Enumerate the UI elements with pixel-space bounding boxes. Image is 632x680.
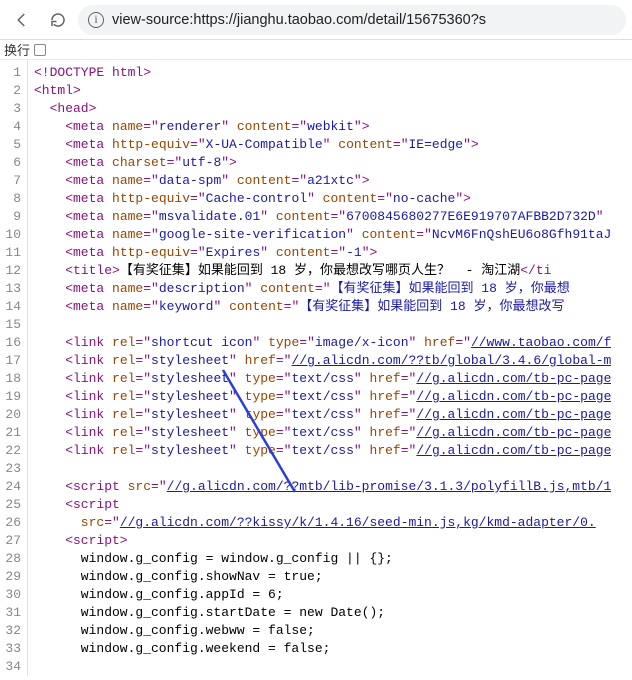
code-line: <meta http-equiv="Expires" content="-1">	[34, 244, 611, 262]
code-line: <meta name="msvalidate.01" content="6700…	[34, 208, 611, 226]
source-link[interactable]: //g.alicdn.com/tb-pc-page	[416, 443, 611, 458]
line-number: 3	[4, 100, 21, 118]
line-number: 13	[4, 280, 21, 298]
code-line: <meta name="google-site-verification" co…	[34, 226, 611, 244]
line-number: 8	[4, 190, 21, 208]
code-line: <link rel="stylesheet" type="text/css" h…	[34, 370, 611, 388]
line-number-gutter: 1234567891011121314151617181920212223242…	[0, 60, 28, 676]
line-number: 21	[4, 424, 21, 442]
line-number: 15	[4, 316, 21, 334]
line-number: 10	[4, 226, 21, 244]
source-link[interactable]: //g.alicdn.com/tb-pc-page	[416, 371, 611, 386]
line-wrap-checkbox[interactable]	[34, 44, 46, 56]
code-line: <head>	[34, 100, 611, 118]
line-number: 17	[4, 352, 21, 370]
line-number: 30	[4, 586, 21, 604]
browser-toolbar: i view-source:https://jianghu.taobao.com…	[0, 0, 632, 40]
code-line	[34, 316, 611, 334]
code-line: <meta name="renderer" content="webkit">	[34, 118, 611, 136]
line-number: 7	[4, 172, 21, 190]
address-url: view-source:https://jianghu.taobao.com/d…	[112, 12, 486, 28]
source-link[interactable]: //g.alicdn.com/tb-pc-page	[416, 425, 611, 440]
code-line: <link rel="stylesheet" type="text/css" h…	[34, 406, 611, 424]
code-line: <title>【有奖征集】如果能回到 18 岁，你最想改写哪页人生？ - 淘江湖…	[34, 262, 611, 280]
line-number: 25	[4, 496, 21, 514]
code-line: window.g_config.showNav = true;	[34, 568, 611, 586]
line-number: 19	[4, 388, 21, 406]
code-line: <link rel="stylesheet" type="text/css" h…	[34, 442, 611, 460]
code-line: window.g_config.startDate = new Date();	[34, 604, 611, 622]
line-number: 34	[4, 658, 21, 676]
reload-icon	[49, 11, 67, 29]
line-number: 32	[4, 622, 21, 640]
source-link[interactable]: //g.alicdn.com/??tb/global/3.4.6/global-…	[291, 353, 611, 368]
code-line: <!DOCTYPE html>	[34, 64, 611, 82]
source-code[interactable]: <!DOCTYPE html><html><head><meta name="r…	[28, 60, 611, 676]
line-number: 12	[4, 262, 21, 280]
code-line: <script src="//g.alicdn.com/??mtb/lib-pr…	[34, 478, 611, 496]
code-line: <meta http-equiv="Cache-control" content…	[34, 190, 611, 208]
code-line: <link rel="shortcut icon" type="image/x-…	[34, 334, 611, 352]
code-line: <meta name="description" content="【有奖征集】…	[34, 280, 611, 298]
source-view: 1234567891011121314151617181920212223242…	[0, 60, 632, 676]
line-number: 6	[4, 154, 21, 172]
code-line: src="//g.alicdn.com/??kissy/k/1.4.16/see…	[34, 514, 611, 532]
code-line: <link rel="stylesheet" type="text/css" h…	[34, 424, 611, 442]
line-number: 14	[4, 298, 21, 316]
line-number: 26	[4, 514, 21, 532]
code-line	[34, 460, 611, 478]
line-number: 28	[4, 550, 21, 568]
source-link[interactable]: //www.taobao.com/f	[471, 335, 611, 350]
line-number: 23	[4, 460, 21, 478]
line-number: 27	[4, 532, 21, 550]
line-number: 22	[4, 442, 21, 460]
code-line: <meta http-equiv="X-UA-Compatible" conte…	[34, 136, 611, 154]
source-link[interactable]: //g.alicdn.com/tb-pc-page	[416, 407, 611, 422]
source-link[interactable]: //g.alicdn.com/??kissy/k/1.4.16/seed-min…	[120, 515, 596, 530]
line-number: 31	[4, 604, 21, 622]
line-number: 16	[4, 334, 21, 352]
code-line: <meta name="data-spm" content="a21xtc">	[34, 172, 611, 190]
code-line: <html>	[34, 82, 611, 100]
code-line: window.g_config.weekend = false;	[34, 640, 611, 658]
line-number: 5	[4, 136, 21, 154]
line-number: 1	[4, 64, 21, 82]
back-button[interactable]	[6, 4, 38, 36]
arrow-left-icon	[13, 11, 31, 29]
code-line: <link rel="stylesheet" type="text/css" h…	[34, 388, 611, 406]
source-link[interactable]: //g.alicdn.com/??mtb/lib-promise/3.1.3/p…	[167, 479, 612, 494]
code-line: <meta charset="utf-8">	[34, 154, 611, 172]
source-link[interactable]: //g.alicdn.com/tb-pc-page	[416, 389, 611, 404]
line-number: 9	[4, 208, 21, 226]
line-number: 33	[4, 640, 21, 658]
line-number: 11	[4, 244, 21, 262]
line-number: 29	[4, 568, 21, 586]
site-info-icon[interactable]: i	[88, 12, 104, 28]
code-line: window.g_config = window.g_config || {};	[34, 550, 611, 568]
line-number: 18	[4, 370, 21, 388]
line-wrap-label: 换行	[4, 40, 30, 59]
line-number: 24	[4, 478, 21, 496]
reload-button[interactable]	[42, 4, 74, 36]
code-line: window.g_config.appId = 6;	[34, 586, 611, 604]
code-line: <script>	[34, 532, 611, 550]
line-number: 2	[4, 82, 21, 100]
line-number: 20	[4, 406, 21, 424]
code-line: window.g_config.webww = false;	[34, 622, 611, 640]
code-line: <meta name="keyword" content="【有奖征集】如果能回…	[34, 298, 611, 316]
line-number: 4	[4, 118, 21, 136]
view-source-options-bar: 换行	[0, 40, 632, 60]
address-bar[interactable]: i view-source:https://jianghu.taobao.com…	[78, 5, 626, 35]
code-line: <script	[34, 496, 611, 514]
code-line: <link rel="stylesheet" href="//g.alicdn.…	[34, 352, 611, 370]
